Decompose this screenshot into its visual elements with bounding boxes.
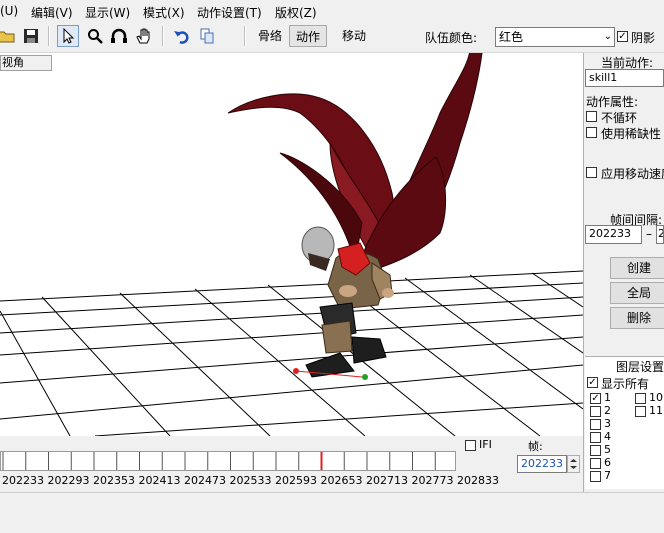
layer-3-label: 3: [604, 417, 611, 430]
layer-7-checkbox[interactable]: [590, 471, 601, 482]
tick-label: 202473: [184, 474, 226, 487]
tick-label: 202233: [2, 474, 44, 487]
layer-5-label: 5: [604, 443, 611, 456]
save-icon[interactable]: [20, 25, 42, 47]
zoom-magnifier-icon[interactable]: [84, 25, 106, 47]
team-color-select[interactable]: 红色 ⌄: [495, 27, 615, 47]
layer-4-checkbox[interactable]: [590, 432, 601, 443]
menu-item-display[interactable]: 显示(W): [85, 4, 130, 21]
frame-label: 帧:: [528, 440, 543, 453]
select-arrow-icon[interactable]: [57, 25, 79, 47]
global-button[interactable]: 全局: [610, 282, 664, 304]
menu-bar: (U) 编辑(V) 显示(W) 模式(X) 动作设置(T) 版权(Z): [0, 0, 664, 22]
tick-label: 202353: [93, 474, 135, 487]
team-color-value: 红色: [499, 30, 524, 44]
frame-input[interactable]: 202233: [517, 455, 567, 473]
layer-settings-label: 图层设置: [616, 360, 664, 374]
no-loop-label: 不循环: [601, 111, 638, 125]
tick-label: 202413: [138, 474, 181, 487]
undo-icon[interactable]: [171, 25, 193, 47]
no-loop-checkbox[interactable]: [586, 111, 597, 122]
rotate-headphone-icon[interactable]: [108, 25, 130, 47]
tick-label: 202533: [229, 474, 272, 487]
menu-item-mode[interactable]: 模式(X): [143, 4, 185, 21]
origin-marker-green: [362, 374, 368, 380]
ifi-checkbox[interactable]: [465, 440, 476, 451]
layer-2-checkbox[interactable]: [590, 406, 601, 417]
tick-label: 202653: [320, 474, 363, 487]
menu-item-action-settings[interactable]: 动作设置(T): [197, 4, 262, 21]
layer-11-checkbox[interactable]: [635, 406, 646, 417]
copy-icon[interactable]: [196, 25, 218, 47]
shadow-label: 阴影: [631, 31, 656, 45]
open-folder-icon[interactable]: [0, 25, 18, 47]
layer-10-checkbox[interactable]: [635, 393, 646, 404]
layer-2-label: 2: [604, 404, 611, 417]
frame-end-input[interactable]: 2: [656, 225, 664, 244]
use-rare-label: 使用稀缺性: [601, 127, 662, 141]
chevron-down-icon: ⌄: [603, 31, 612, 42]
tick-label: 202773: [411, 474, 454, 487]
layer-5-checkbox[interactable]: [590, 445, 601, 456]
layer-1-checkbox[interactable]: ✓: [590, 393, 601, 404]
use-rare-checkbox[interactable]: [586, 127, 597, 138]
menu-item-edit[interactable]: 编辑(V): [31, 4, 73, 21]
layer-10-label: 10: [649, 391, 663, 404]
ruler-ticks: [2, 452, 436, 470]
layer-6-checkbox[interactable]: [590, 458, 601, 469]
layer-6-label: 6: [604, 456, 611, 469]
apply-move-speed-label: 应用移动速度: [601, 167, 664, 181]
create-button[interactable]: 创建: [610, 257, 664, 279]
dark-wing-shape: [227, 53, 483, 272]
toolbar-separator: [244, 26, 246, 46]
toolbar-separator: [162, 26, 164, 46]
show-all-label: 显示所有: [601, 377, 650, 391]
apply-move-speed-checkbox[interactable]: [586, 167, 597, 178]
tick-label: 202593: [275, 474, 317, 487]
3d-viewport[interactable]: [0, 53, 583, 436]
layer-7-label: 7: [604, 469, 611, 482]
show-all-checkbox[interactable]: ✓: [587, 377, 598, 388]
shadow-checkbox[interactable]: ✓: [617, 31, 628, 42]
tick-label: 202833: [457, 474, 499, 487]
team-color-label: 队伍颜色:: [425, 31, 478, 45]
timeline-ruler[interactable]: [0, 451, 456, 471]
layer-4-label: 4: [604, 430, 611, 443]
tab-skeleton[interactable]: 骨络: [252, 25, 288, 47]
view-label: 视角: [0, 55, 52, 71]
toolbar-separator: [48, 26, 50, 46]
frame-dash: –: [646, 227, 652, 241]
pan-hand-icon[interactable]: [133, 25, 155, 47]
status-bar: [0, 492, 664, 533]
layer-11-label: 11: [649, 404, 663, 417]
menu-item-copyright[interactable]: 版权(Z): [275, 4, 317, 21]
frame-start-input[interactable]: 202233: [585, 225, 642, 244]
current-action-field[interactable]: skill1: [585, 69, 664, 87]
tick-label: 202293: [47, 474, 90, 487]
floor-grid: [0, 270, 583, 436]
tab-move[interactable]: 移动: [336, 25, 372, 47]
menu-item-u[interactable]: (U): [0, 4, 18, 18]
viewport-scene: [0, 53, 583, 436]
spinner-arrows-icon: [570, 459, 577, 469]
delete-button[interactable]: 删除: [610, 307, 664, 329]
layer-3-checkbox[interactable]: [590, 419, 601, 430]
ifi-label: IFI: [479, 438, 492, 451]
layer-1-label: 1: [604, 391, 611, 404]
action-props-label: 动作属性:: [586, 95, 639, 109]
tab-action[interactable]: 动作: [289, 25, 328, 47]
tick-label: 202713: [366, 474, 408, 487]
frame-spinner[interactable]: [567, 455, 580, 473]
